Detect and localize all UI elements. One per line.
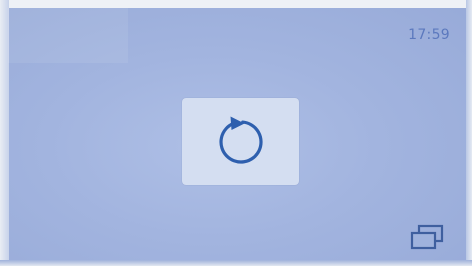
bezel-right bbox=[466, 0, 472, 266]
windows-icon[interactable] bbox=[410, 224, 444, 250]
bezel-top bbox=[0, 0, 472, 8]
clock: 17:59 bbox=[408, 27, 450, 43]
bezel-bottom bbox=[0, 260, 472, 266]
device-screen: 17:59 bbox=[0, 0, 472, 266]
refresh-button[interactable] bbox=[182, 98, 299, 185]
screen-glare bbox=[8, 8, 128, 63]
refresh-icon bbox=[214, 115, 268, 169]
